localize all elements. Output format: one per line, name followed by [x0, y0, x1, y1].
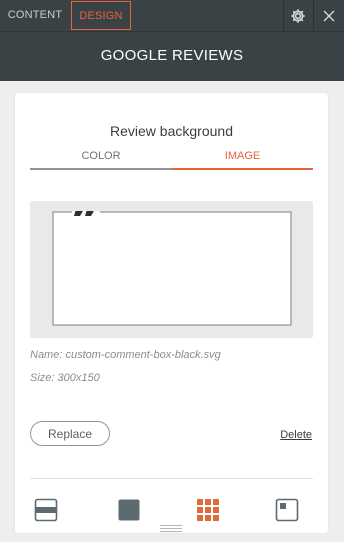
layout-solid-icon[interactable]: [117, 498, 141, 522]
top-tab-bar: CONTENT DESIGN: [0, 0, 344, 31]
layout-corner-icon[interactable]: [275, 498, 299, 522]
delete-link[interactable]: Delete: [280, 429, 312, 441]
subtab-color-underline: [30, 168, 172, 170]
gear-icon: [291, 8, 305, 23]
comment-box-image: [52, 211, 292, 326]
replace-button[interactable]: Replace: [30, 421, 110, 446]
subtab-image-underline: [172, 168, 313, 170]
close-icon: [323, 10, 335, 21]
image-name: Name: custom-comment-box-black.svg: [30, 349, 221, 361]
image-preview[interactable]: [30, 201, 313, 338]
section-title: Review background: [110, 123, 233, 139]
design-panel: CONTENT DESIGN GOOGLE REVIEWS Review bac…: [0, 0, 344, 542]
close-button[interactable]: [314, 0, 344, 31]
page-title: GOOGLE REVIEWS: [100, 47, 244, 64]
layout-banner-icon[interactable]: [34, 498, 58, 522]
settings-button[interactable]: [283, 0, 313, 31]
image-size: Size: 300x150: [30, 372, 100, 384]
subtab-color[interactable]: COLOR: [30, 150, 172, 170]
settings-card: Review background COLOR IMAGE Name: cust…: [15, 93, 328, 533]
layout-tile-icon[interactable]: [196, 498, 220, 522]
tab-design[interactable]: DESIGN: [71, 1, 131, 30]
resize-handle[interactable]: [160, 525, 182, 533]
subtab-image[interactable]: IMAGE: [172, 150, 313, 170]
panel-header: GOOGLE REVIEWS: [0, 31, 344, 81]
tab-content[interactable]: CONTENT: [0, 1, 70, 30]
divider: [30, 478, 313, 479]
